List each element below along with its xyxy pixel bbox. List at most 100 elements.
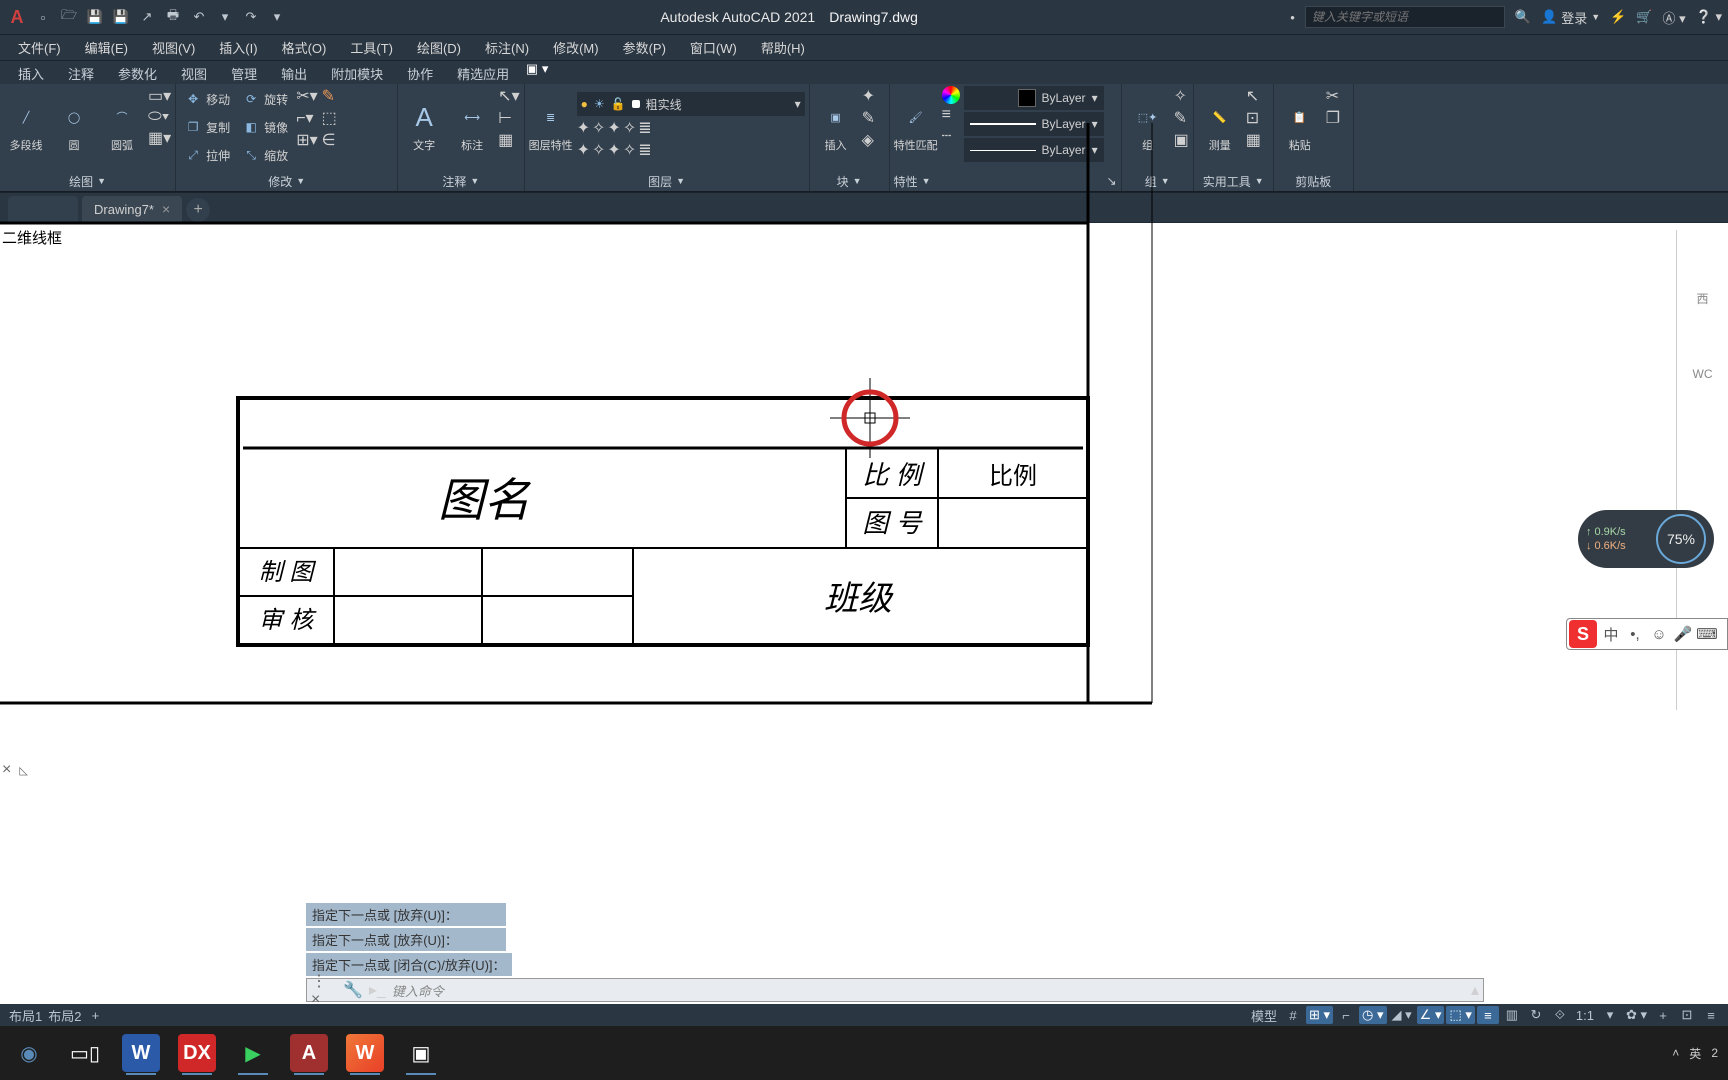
undo-icon[interactable]: ↶ (188, 6, 210, 28)
id-icon[interactable]: ⊡ (1246, 108, 1261, 128)
color-wheel-icon[interactable] (942, 86, 960, 104)
search-icon[interactable]: 🔍 (1515, 9, 1531, 25)
ime-punct-icon[interactable]: •, (1623, 620, 1647, 648)
login-button[interactable]: 👤 登录 ▼ (1541, 8, 1600, 27)
menu-view[interactable]: 视图(V) (140, 34, 207, 61)
share-icon[interactable]: • (1290, 10, 1295, 25)
redo-icon[interactable]: ↷ (240, 6, 262, 28)
copy-clip-icon[interactable]: ❐ (1326, 108, 1340, 128)
osnap-icon[interactable]: ⬚ ▾ (1446, 1006, 1474, 1024)
dx-app-icon[interactable]: DX (178, 1034, 216, 1072)
cycle-icon[interactable]: ↻ (1525, 1006, 1547, 1024)
hatch-icon[interactable]: ▦▾ (148, 128, 171, 148)
polar-icon[interactable]: ◷ ▾ (1359, 1006, 1386, 1024)
dialog-launcher-icon[interactable]: ↘ (1107, 174, 1117, 188)
menu-help[interactable]: 帮助(H) (749, 34, 817, 61)
layer-tool-icon[interactable]: ≣ (638, 118, 651, 138)
drawing-tab[interactable]: Drawing7* × (82, 196, 182, 222)
autocad-app-icon[interactable]: A (290, 1034, 328, 1072)
raster-icon[interactable]: ⚡ (1610, 9, 1626, 25)
measure-button[interactable]: 📏测量 (1198, 86, 1242, 166)
line-button[interactable]: ╱ 多段线 (4, 86, 48, 166)
group-select-icon[interactable]: ▣ (1174, 130, 1189, 150)
help-icon[interactable]: ❔ ▾ (1696, 9, 1722, 25)
rect-icon[interactable]: ▭▾ (148, 86, 171, 106)
ime-toolbar[interactable]: S 中 •, ☺ 🎤 ⌨ (1566, 618, 1728, 650)
menu-param[interactable]: 参数(P) (611, 34, 678, 61)
tab-insert[interactable]: 插入 (6, 61, 56, 84)
ribbon-toggle-icon[interactable]: ▣ ▾ (521, 61, 553, 84)
ime-mic-icon[interactable]: 🎤 (1671, 620, 1695, 648)
tab-output[interactable]: 输出 (269, 61, 319, 84)
block-attr-icon[interactable]: ◈ (862, 130, 875, 150)
menu-icon[interactable]: ≡ (1700, 1006, 1722, 1024)
move-button[interactable]: ✥移动 (180, 86, 234, 112)
search-input[interactable] (1305, 6, 1505, 28)
panel-annot-label[interactable]: 注释▼ (402, 171, 519, 191)
layer-dropdown[interactable]: ● ☀ 🔓 粗实线 ▾ (577, 92, 805, 116)
wrench-icon[interactable]: 🔧 (343, 980, 363, 1000)
insert-block-button[interactable]: ▣插入 (814, 86, 858, 166)
fillet-icon[interactable]: ⌐▾ (296, 108, 317, 128)
menu-tools[interactable]: 工具(T) (338, 34, 405, 61)
offset-icon[interactable]: ∈ (322, 130, 337, 150)
tab-featured[interactable]: 精选应用 (445, 61, 521, 84)
media-app-icon[interactable]: ▶ (234, 1034, 272, 1072)
cut-icon[interactable]: ✂ (1326, 86, 1340, 106)
select-icon[interactable]: ↖ (1246, 86, 1261, 106)
start-tab[interactable] (8, 196, 78, 222)
menu-insert[interactable]: 插入(I) (207, 34, 269, 61)
otrack-icon[interactable]: ∠ ▾ (1417, 1006, 1445, 1024)
panel-group-label[interactable]: 组▼ (1126, 171, 1189, 191)
panel-props-label[interactable]: 特性▼↘ (894, 171, 1117, 191)
leader-icon[interactable]: ↖▾ (498, 86, 519, 106)
iso-icon[interactable]: ◢ ▾ (1389, 1006, 1415, 1024)
scale-button[interactable]: ⤡缩放 (238, 142, 292, 168)
layer-tool-icon[interactable]: ✦ (577, 118, 590, 138)
menu-dim[interactable]: 标注(N) (473, 34, 541, 61)
stretch-button[interactable]: ⤢拉伸 (180, 142, 234, 168)
panel-block-label[interactable]: 块▼ (814, 171, 885, 191)
annot-scale-icon[interactable]: ⟐ (1549, 1006, 1571, 1024)
open-icon[interactable]: 🗁 (58, 6, 80, 28)
layer-tool-icon[interactable]: ✦ (607, 140, 620, 160)
copy-button[interactable]: ❐复制 (180, 114, 234, 140)
layer-tool-icon[interactable]: ≣ (638, 140, 651, 160)
paste-button[interactable]: 📋粘贴 (1278, 86, 1322, 166)
menu-draw[interactable]: 绘图(D) (405, 34, 473, 61)
linetype-icon[interactable]: ┄ (942, 126, 960, 146)
new-icon[interactable]: ▫ (32, 6, 54, 28)
web-icon[interactable]: ↗ (136, 6, 158, 28)
menu-file[interactable]: 文件(F) (6, 34, 73, 61)
block-create-icon[interactable]: ✦ (862, 86, 875, 106)
snap-icon[interactable]: ⊞ ▾ (1306, 1006, 1333, 1024)
layer-props-button[interactable]: ≣图层特性 (529, 86, 573, 166)
ime-face-icon[interactable]: ☺ (1647, 620, 1671, 648)
chevron-down-icon[interactable]: ▾ (1599, 1006, 1621, 1024)
tab-collab[interactable]: 协作 (395, 61, 445, 84)
erase-icon[interactable]: ✎ (322, 86, 337, 106)
tab-annot[interactable]: 注释 (56, 61, 106, 84)
panel-draw-label[interactable]: 绘图▼ (4, 171, 171, 191)
text-button[interactable]: A文字 (402, 86, 446, 166)
block-edit-icon[interactable]: ✎ (862, 108, 875, 128)
group-button[interactable]: ⬚✦组 (1126, 86, 1170, 166)
menu-edit[interactable]: 编辑(E) (73, 34, 140, 61)
ungroup-icon[interactable]: ✧ (1174, 86, 1189, 106)
lineweight-icon[interactable]: ≡ (1477, 1006, 1499, 1024)
tab-view[interactable]: 视图 (169, 61, 219, 84)
circle-button[interactable]: ◯ 圆 (52, 86, 96, 166)
tray-chevron-icon[interactable]: ˄ (1672, 1046, 1679, 1060)
array-icon[interactable]: ⊞▾ (296, 130, 317, 150)
cart-icon[interactable]: 🛒 (1636, 9, 1652, 25)
dim-linear-icon[interactable]: ⊢ (498, 108, 519, 128)
app-icon[interactable]: Ⓐ ▾ (1663, 8, 1686, 27)
plus-icon[interactable]: + (1652, 1006, 1674, 1024)
plot-icon[interactable]: 🖶 (162, 6, 184, 28)
panel-util-label[interactable]: 实用工具▼ (1198, 171, 1269, 191)
add-layout-button[interactable]: + (84, 1006, 106, 1024)
tab-param[interactable]: 参数化 (106, 61, 169, 84)
linetype-dropdown[interactable]: ByLayer▾ (964, 138, 1104, 162)
chevron-down-icon[interactable]: ▾ (266, 6, 288, 28)
triangle-icon[interactable]: ◺ (19, 764, 27, 777)
